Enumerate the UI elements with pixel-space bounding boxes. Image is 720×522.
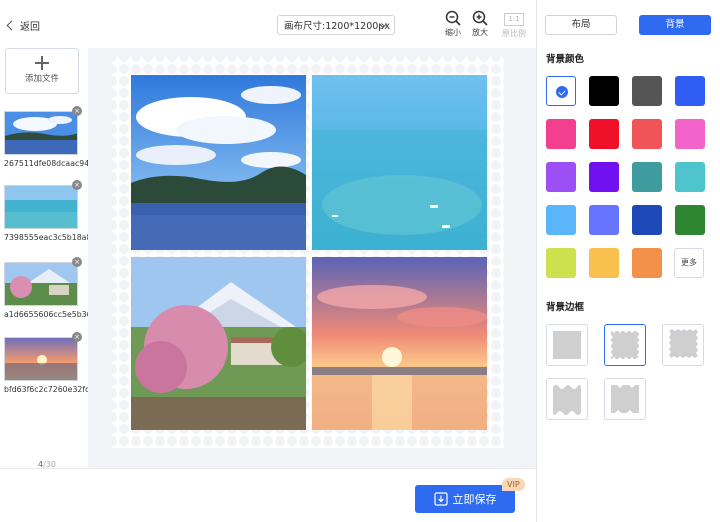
border-plain-icon: [553, 331, 581, 359]
chevron-left-icon: [6, 20, 17, 31]
color-swatch-1[interactable]: [546, 76, 576, 106]
file-thumb-3[interactable]: × a1d6655606cc5e5b36...: [4, 257, 88, 319]
zoom-in-icon: [472, 10, 488, 26]
color-swatch-14[interactable]: [589, 205, 619, 235]
original-ratio-button[interactable]: 1:1 原比例: [500, 10, 528, 39]
more-colors-button[interactable]: 更多: [674, 248, 704, 278]
remove-file-1-button[interactable]: ×: [72, 106, 82, 116]
color-swatch-3[interactable]: [632, 76, 662, 106]
bg-border-title: 背景边框: [546, 302, 585, 313]
file-thumb-2[interactable]: × 7398555eac3c5b18a8...: [4, 180, 88, 242]
color-swatch-4[interactable]: [675, 76, 705, 106]
file-name: bfd63f6c2c7260e32fd...: [4, 385, 88, 394]
remove-file-4-button[interactable]: ×: [72, 332, 82, 342]
canvas-size-select[interactable]: 画布尺寸:1200*1200px: [277, 15, 395, 35]
color-swatch-18[interactable]: [589, 248, 619, 278]
check-icon: [556, 86, 568, 98]
border-option-wave[interactable]: [546, 378, 588, 420]
thumbnail-image: [4, 185, 78, 229]
vip-badge: VIP: [502, 478, 525, 491]
color-swatch-17[interactable]: [546, 248, 576, 278]
color-swatch-16[interactable]: [675, 205, 705, 235]
panel-tabs: 布局 背景: [545, 15, 711, 35]
thumbnail-image: [4, 111, 78, 155]
photo-lake-sky[interactable]: [131, 75, 306, 250]
save-label: 立即保存: [452, 493, 497, 506]
tab-background[interactable]: 背景: [639, 15, 711, 35]
color-swatch-2[interactable]: [589, 76, 619, 106]
zoom-out-icon: [445, 10, 461, 26]
canvas-size-value: 画布尺寸:1200*1200px: [284, 21, 390, 32]
bottom-bar: 立即保存 VIP: [0, 468, 536, 522]
color-swatch-5[interactable]: [546, 119, 576, 149]
save-button[interactable]: 立即保存: [415, 485, 515, 513]
file-name: a1d6655606cc5e5b36...: [4, 310, 88, 319]
color-swatch-10[interactable]: [589, 162, 619, 192]
main-area: 返回 画布尺寸:1200*1200px 缩小 放大 1:1 原比例 添加文件 ×…: [0, 0, 536, 522]
file-list-panel: 添加文件 × 267511dfe08dcaac94... × 7398555ea…: [0, 48, 88, 468]
color-swatch-7[interactable]: [632, 119, 662, 149]
thumbnail-image: [4, 262, 78, 306]
border-zigzag-icon: [669, 329, 698, 358]
file-thumb-4[interactable]: × bfd63f6c2c7260e32fd...: [4, 332, 88, 394]
download-icon: [433, 492, 448, 506]
color-swatch-9[interactable]: [546, 162, 576, 192]
photo-mountain-blossom[interactable]: [131, 257, 306, 430]
color-swatch-15[interactable]: [632, 205, 662, 235]
border-wave-icon: [553, 385, 581, 415]
border-option-scallop[interactable]: [604, 378, 646, 420]
zoom-out-button[interactable]: 缩小: [439, 10, 467, 38]
color-swatch-11[interactable]: [632, 162, 662, 192]
plus-icon: [35, 56, 49, 70]
color-swatch-12[interactable]: [675, 162, 705, 192]
back-button[interactable]: 返回: [6, 18, 40, 33]
top-toolbar: 返回 画布尺寸:1200*1200px 缩小 放大 1:1 原比例: [0, 0, 536, 48]
zoom-in-label: 放大: [472, 28, 488, 37]
remove-file-2-button[interactable]: ×: [72, 180, 82, 190]
file-thumb-1[interactable]: × 267511dfe08dcaac94...: [4, 106, 88, 168]
zoom-out-label: 缩小: [445, 28, 461, 37]
back-label: 返回: [20, 22, 40, 33]
border-option-stamp[interactable]: [604, 324, 646, 366]
add-file-button[interactable]: 添加文件: [5, 48, 79, 94]
original-ratio-label: 原比例: [502, 29, 526, 38]
ratio-icon: 1:1: [504, 13, 524, 26]
file-name: 267511dfe08dcaac94...: [4, 159, 88, 168]
photo-sea[interactable]: [312, 75, 487, 250]
bg-color-title: 背景颜色: [546, 54, 585, 65]
thumbnail-image: [4, 337, 78, 381]
border-option-none[interactable]: [546, 324, 588, 366]
tab-layout[interactable]: 布局: [545, 15, 617, 35]
color-swatch-19[interactable]: [632, 248, 662, 278]
file-name: 7398555eac3c5b18a8...: [4, 233, 88, 242]
zoom-in-button[interactable]: 放大: [466, 10, 494, 38]
color-swatch-13[interactable]: [546, 205, 576, 235]
photo-sunset[interactable]: [312, 257, 487, 430]
border-scallop-icon: [611, 385, 639, 413]
add-file-label: 添加文件: [24, 74, 59, 84]
settings-panel: 布局 背景 背景颜色 更多 背景边框: [536, 0, 720, 522]
border-stamp-icon: [609, 329, 641, 361]
collage-canvas[interactable]: [112, 57, 504, 448]
remove-file-3-button[interactable]: ×: [72, 257, 82, 267]
color-swatch-6[interactable]: [589, 119, 619, 149]
border-option-zigzag[interactable]: [662, 324, 704, 366]
color-swatch-8[interactable]: [675, 119, 705, 149]
